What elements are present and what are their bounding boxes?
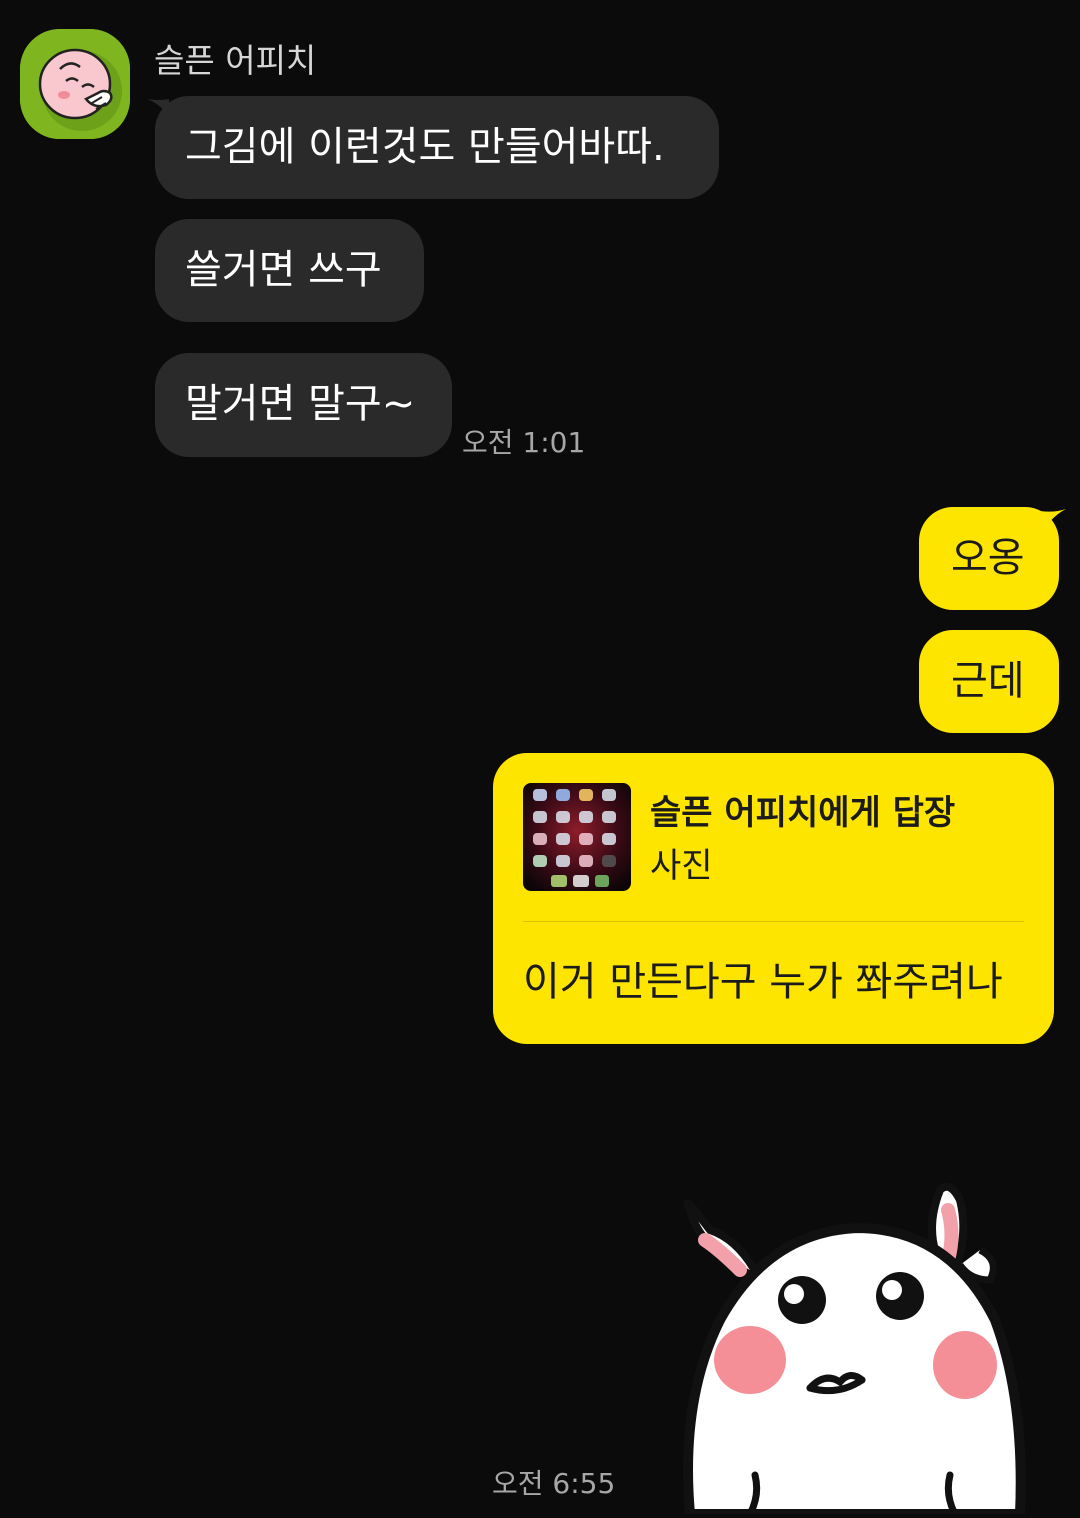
reply-attachment-type: 사진 (650, 846, 713, 886)
photo-thumbnail-icon (523, 783, 631, 891)
incoming-message-bubble[interactable]: 말거면 말구~ (155, 353, 452, 457)
replied-photo-thumbnail[interactable] (523, 783, 631, 891)
incoming-message-bubble[interactable]: 쓸거면 쓰구 (155, 219, 424, 322)
reply-title: 슬픈 어피치에게 답장 (650, 793, 956, 833)
message-text: 오옹 (951, 535, 1025, 581)
outgoing-message-bubble[interactable]: 근데 (919, 630, 1059, 733)
message-text: 근데 (951, 658, 1025, 704)
reply-divider (523, 921, 1024, 922)
message-text: 그김에 이런것도 만들어바따. (185, 124, 665, 170)
message-timestamp: 오전 1:01 (462, 426, 586, 459)
message-text: 이거 만든다구 누가 쫘주려나 (523, 959, 1003, 1005)
peach-character-icon (20, 29, 130, 139)
sender-name: 슬픈 어피치 (154, 41, 317, 80)
incoming-message-bubble[interactable]: 그김에 이런것도 만들어바따. (155, 96, 719, 199)
outgoing-message-bubble[interactable]: 오옹 (919, 507, 1059, 610)
sticker-message[interactable] (650, 1170, 1050, 1518)
message-text: 쓸거면 쓰구 (185, 247, 382, 293)
white-rabbit-sticker-icon (683, 1182, 1026, 1518)
sender-avatar[interactable] (20, 29, 130, 139)
message-text: 말거면 말구~ (185, 381, 416, 427)
reply-message-bubble[interactable]: 슬픈 어피치에게 답장 사진 이거 만든다구 누가 쫘주려나 (493, 753, 1054, 1044)
message-timestamp: 오전 6:55 (492, 1467, 616, 1500)
